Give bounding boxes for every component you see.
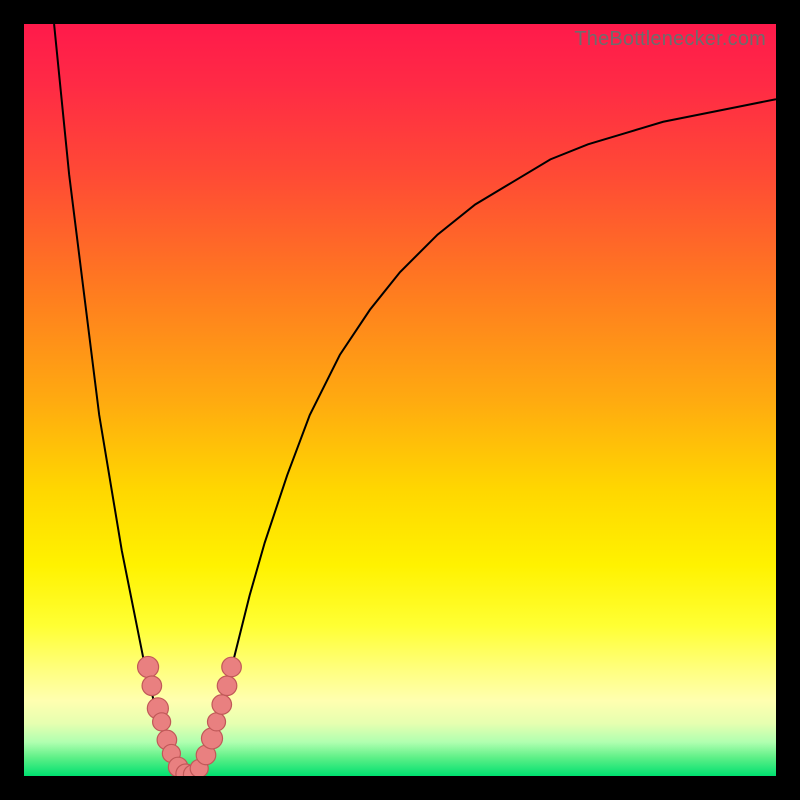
data-marker <box>142 676 162 696</box>
bottleneck-curve <box>24 24 776 776</box>
data-marker <box>153 713 171 731</box>
plot-area: TheBottlenecker.com <box>24 24 776 776</box>
data-marker <box>138 656 159 677</box>
data-marker <box>222 657 242 677</box>
chart-frame: TheBottlenecker.com <box>0 0 800 800</box>
data-marker <box>217 676 237 696</box>
watermark-text: TheBottlenecker.com <box>574 28 766 51</box>
data-marker <box>212 695 232 715</box>
data-marker <box>207 713 225 731</box>
